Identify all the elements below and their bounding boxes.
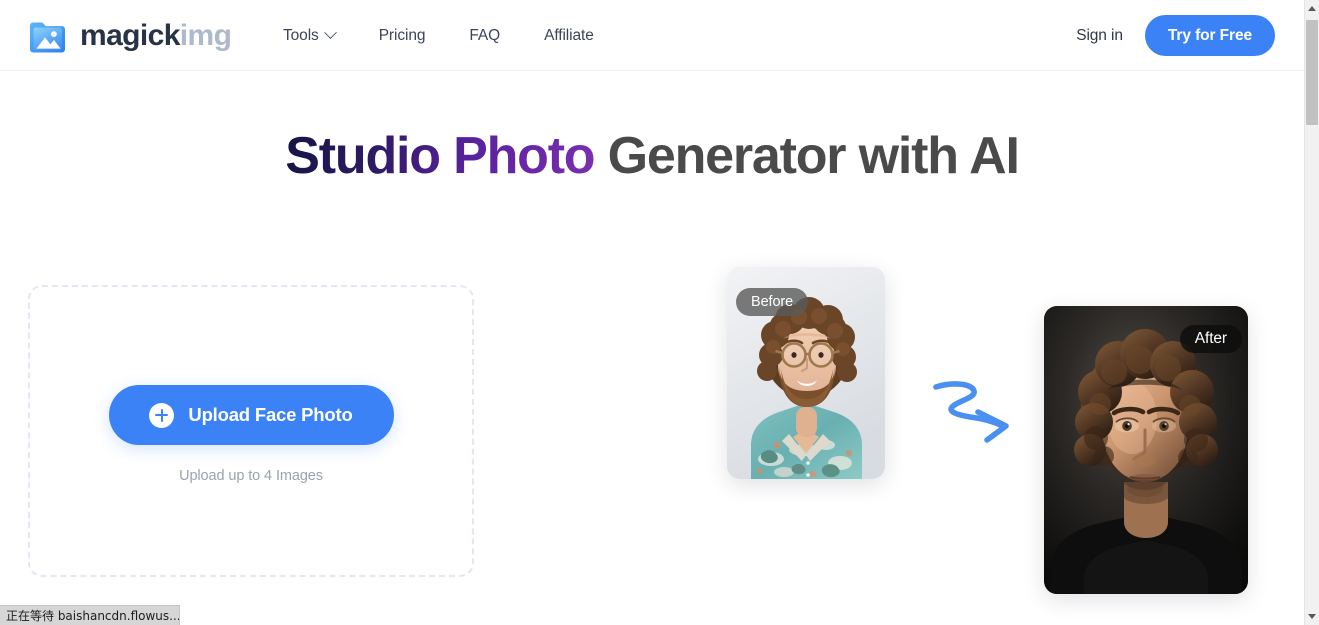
main-navigation: Tools Pricing FAQ Affiliate (283, 0, 594, 71)
scrollbar-thumb[interactable] (1306, 20, 1318, 125)
after-badge: After (1179, 325, 1242, 353)
page-title: Studio Photo Generator with AI (0, 127, 1304, 185)
scroll-up-arrow-icon[interactable] (1305, 0, 1319, 17)
upload-face-photo-button[interactable]: Upload Face Photo (108, 385, 394, 445)
logo-text-secondary: img (179, 18, 232, 52)
page-viewport: magickimg Tools Pricing FAQ Affiliate Si… (0, 0, 1304, 625)
sign-in-link[interactable]: Sign in (1076, 27, 1123, 45)
page-title-plain-part: Generator with AI (594, 127, 1020, 185)
browser-status-bar: 正在等待 baishancdn.flowus.... (0, 605, 180, 625)
header-actions: Sign in Try for Free (1076, 0, 1275, 71)
image-folder-icon (27, 15, 68, 56)
before-badge: Before (736, 288, 809, 316)
nav-item-affiliate[interactable]: Affiliate (544, 27, 594, 45)
nav-item-tools[interactable]: Tools (283, 26, 337, 45)
page-scrollbar[interactable] (1304, 0, 1319, 625)
upload-face-photo-button-label: Upload Face Photo (188, 404, 353, 425)
upload-dropzone-content: Upload Face Photo Upload up to 4 Images (30, 385, 472, 484)
after-image-card: After (1044, 306, 1248, 594)
nav-item-faq-label: FAQ (469, 26, 501, 44)
page-title-gradient-part: Studio Photo (285, 127, 595, 185)
chevron-down-icon (323, 26, 337, 40)
try-for-free-button[interactable]: Try for Free (1144, 15, 1275, 56)
logo-link[interactable]: magickimg (27, 15, 232, 56)
logo-text-primary: magick (80, 18, 180, 52)
nav-item-tools-label: Tools (283, 26, 319, 44)
scroll-down-arrow-icon[interactable] (1305, 608, 1319, 625)
upload-dropzone[interactable]: Upload Face Photo Upload up to 4 Images (28, 285, 474, 577)
squiggly-arrow-right-icon (928, 370, 1020, 450)
nav-item-pricing[interactable]: Pricing (379, 27, 426, 45)
plus-circle-icon (149, 402, 175, 428)
nav-item-pricing-label: Pricing (378, 26, 426, 44)
nav-item-faq[interactable]: FAQ (469, 27, 500, 45)
logo-wordmark: magickimg (80, 18, 232, 52)
nav-item-affiliate-label: Affiliate (544, 26, 594, 44)
before-after-showcase: Before After (640, 260, 1280, 600)
browser-window: magickimg Tools Pricing FAQ Affiliate Si… (0, 0, 1319, 625)
upload-hint-text: Upload up to 4 Images (179, 468, 323, 484)
before-image-card: Before (727, 267, 885, 479)
site-header: magickimg Tools Pricing FAQ Affiliate Si… (0, 0, 1304, 71)
